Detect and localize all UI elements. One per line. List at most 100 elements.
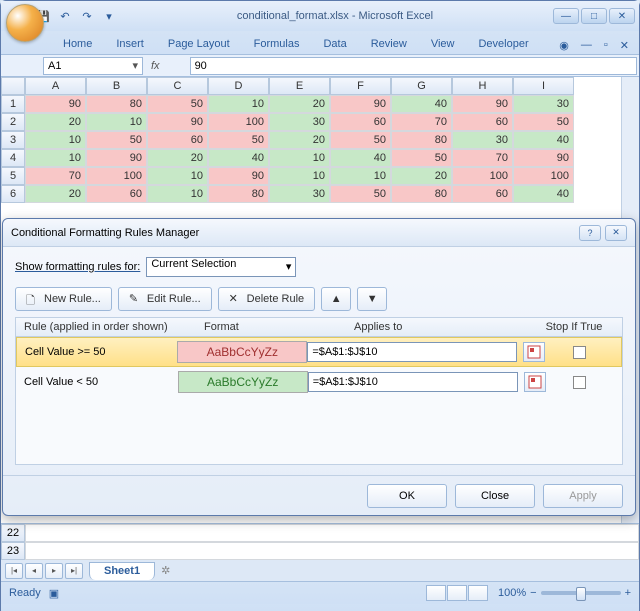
- cell[interactable]: 100: [208, 113, 269, 131]
- cell[interactable]: 10: [86, 113, 147, 131]
- tab-home[interactable]: Home: [51, 34, 104, 54]
- cell[interactable]: 60: [452, 113, 513, 131]
- cell[interactable]: 90: [452, 95, 513, 113]
- cell[interactable]: 30: [269, 113, 330, 131]
- move-up-button[interactable]: ▲: [321, 287, 351, 311]
- sheet-tab[interactable]: Sheet1: [89, 562, 155, 580]
- cell[interactable]: 70: [25, 167, 86, 185]
- stop-if-true-checkbox[interactable]: [573, 376, 586, 389]
- applies-to-input[interactable]: =$A$1:$J$10: [308, 372, 518, 392]
- cell[interactable]: 50: [147, 95, 208, 113]
- cell[interactable]: 40: [330, 149, 391, 167]
- tab-developer[interactable]: Developer: [466, 34, 540, 54]
- page-layout-view-button[interactable]: [447, 585, 467, 601]
- zoom-level[interactable]: 100%: [498, 587, 526, 599]
- range-picker-button[interactable]: [523, 342, 545, 362]
- cell[interactable]: 40: [513, 185, 574, 203]
- cell[interactable]: 100: [513, 167, 574, 185]
- cell[interactable]: 50: [208, 131, 269, 149]
- dialog-close-button[interactable]: ✕: [605, 225, 627, 241]
- cell[interactable]: 20: [269, 131, 330, 149]
- column-header[interactable]: I: [513, 77, 574, 95]
- cell[interactable]: 10: [25, 149, 86, 167]
- show-rules-dropdown[interactable]: Current Selection: [146, 257, 296, 277]
- prev-sheet-button[interactable]: ◂: [25, 563, 43, 579]
- name-box[interactable]: A1: [43, 57, 143, 75]
- range-picker-button[interactable]: [524, 372, 546, 392]
- cell[interactable]: 30: [269, 185, 330, 203]
- cell[interactable]: 60: [86, 185, 147, 203]
- column-header[interactable]: D: [208, 77, 269, 95]
- cell[interactable]: 40: [513, 131, 574, 149]
- cell[interactable]: 60: [147, 131, 208, 149]
- column-header[interactable]: B: [86, 77, 147, 95]
- rule-row[interactable]: Cell Value < 50 AaBbCcYyZz =$A$1:$J$10: [16, 367, 622, 397]
- cell[interactable]: 50: [86, 131, 147, 149]
- cell[interactable]: 10: [269, 149, 330, 167]
- cell[interactable]: 20: [269, 95, 330, 113]
- rule-row[interactable]: Cell Value >= 50 AaBbCcYyZz =$A$1:$J$10: [16, 337, 622, 367]
- office-button[interactable]: [6, 4, 44, 42]
- cell[interactable]: 10: [147, 185, 208, 203]
- row-header[interactable]: 5: [1, 167, 25, 185]
- close-dialog-button[interactable]: Close: [455, 484, 535, 508]
- cell[interactable]: 90: [513, 149, 574, 167]
- cell[interactable]: 100: [452, 167, 513, 185]
- cell[interactable]: 20: [25, 185, 86, 203]
- cell[interactable]: 60: [330, 113, 391, 131]
- cell[interactable]: 10: [208, 95, 269, 113]
- cell[interactable]: 50: [330, 185, 391, 203]
- cell[interactable]: 80: [391, 131, 452, 149]
- column-header[interactable]: A: [25, 77, 86, 95]
- last-sheet-button[interactable]: ▸|: [65, 563, 83, 579]
- zoom-slider[interactable]: [541, 591, 621, 595]
- cell[interactable]: 100: [86, 167, 147, 185]
- row-header[interactable]: 6: [1, 185, 25, 203]
- fx-icon[interactable]: fx: [151, 60, 160, 72]
- cell[interactable]: 70: [391, 113, 452, 131]
- cell[interactable]: 30: [513, 95, 574, 113]
- move-down-button[interactable]: ▼: [357, 287, 387, 311]
- cell[interactable]: 20: [25, 113, 86, 131]
- normal-view-button[interactable]: [426, 585, 446, 601]
- tab-page-layout[interactable]: Page Layout: [156, 34, 242, 54]
- minimize-ribbon-icon[interactable]: —: [577, 37, 596, 54]
- insert-sheet-icon[interactable]: ✲: [161, 564, 170, 577]
- cell[interactable]: 10: [330, 167, 391, 185]
- delete-rule-button[interactable]: ✕Delete Rule: [218, 287, 315, 311]
- row-header[interactable]: 4: [1, 149, 25, 167]
- stop-if-true-checkbox[interactable]: [573, 346, 586, 359]
- ok-button[interactable]: OK: [367, 484, 447, 508]
- page-break-view-button[interactable]: [468, 585, 488, 601]
- cell[interactable]: 80: [391, 185, 452, 203]
- edit-rule-button[interactable]: ✎Edit Rule...: [118, 287, 212, 311]
- row-header[interactable]: 3: [1, 131, 25, 149]
- restore-workbook-icon[interactable]: ▫: [600, 37, 612, 54]
- row-header[interactable]: 23: [1, 542, 25, 560]
- help-icon[interactable]: ◉: [555, 37, 573, 54]
- cell[interactable]: 90: [147, 113, 208, 131]
- cell[interactable]: 90: [86, 149, 147, 167]
- applies-to-input[interactable]: =$A$1:$J$10: [307, 342, 517, 362]
- first-sheet-button[interactable]: |◂: [5, 563, 23, 579]
- cell[interactable]: 10: [147, 167, 208, 185]
- cell[interactable]: 20: [147, 149, 208, 167]
- select-all-button[interactable]: [1, 77, 25, 95]
- row-header[interactable]: 22: [1, 524, 25, 542]
- cell[interactable]: 90: [25, 95, 86, 113]
- cell[interactable]: 30: [452, 131, 513, 149]
- apply-button[interactable]: Apply: [543, 484, 623, 508]
- cell[interactable]: 60: [452, 185, 513, 203]
- cell[interactable]: 90: [208, 167, 269, 185]
- cell[interactable]: 50: [330, 131, 391, 149]
- cell[interactable]: 10: [269, 167, 330, 185]
- cell[interactable]: 40: [208, 149, 269, 167]
- column-header[interactable]: F: [330, 77, 391, 95]
- tab-formulas[interactable]: Formulas: [242, 34, 312, 54]
- cell[interactable]: 20: [391, 167, 452, 185]
- column-header[interactable]: E: [269, 77, 330, 95]
- cell[interactable]: 90: [330, 95, 391, 113]
- column-header[interactable]: G: [391, 77, 452, 95]
- tab-view[interactable]: View: [419, 34, 467, 54]
- cell[interactable]: 50: [513, 113, 574, 131]
